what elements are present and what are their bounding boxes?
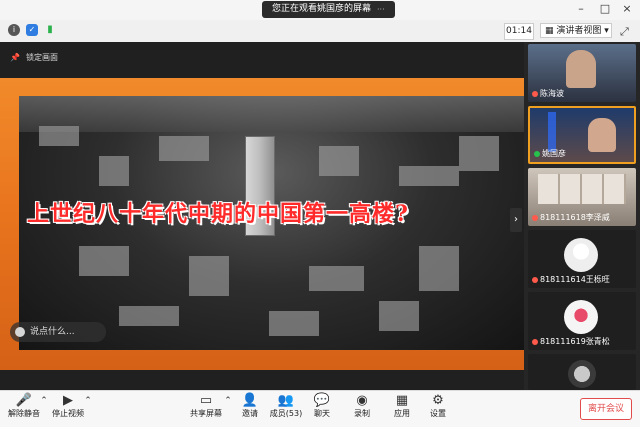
apps-label: 应用 xyxy=(394,409,410,418)
participant-name: 818111618李泽威 xyxy=(532,212,610,223)
participant-name: 818111619张青松 xyxy=(532,336,610,347)
slide-title: 上世纪八十年代中期的中国第一高楼? xyxy=(27,201,409,227)
mic-on-icon xyxy=(534,150,540,157)
grid-icon: ▦ xyxy=(545,26,557,36)
avatar xyxy=(564,238,598,272)
unmute-label: 解除静音 xyxy=(8,409,40,418)
collapse-sidebar-button[interactable]: › xyxy=(510,208,522,232)
leave-meeting-button[interactable]: 离开会议 xyxy=(580,398,632,420)
chat-bubble-icon xyxy=(15,327,25,337)
signal-icon[interactable]: ▮ xyxy=(44,24,56,36)
mic-muted-icon xyxy=(532,214,538,221)
invite-icon: 👤 xyxy=(241,393,259,408)
slide-image: 上世纪八十年代中期的中国第一高楼? xyxy=(19,96,524,350)
participant-video xyxy=(566,50,596,88)
share-screen-icon: ▭ xyxy=(199,393,213,408)
participant-name: 818111614王栎旺 xyxy=(532,274,610,285)
participant-tile[interactable]: 818111618李泽威 xyxy=(528,168,636,226)
participant-name: 姚国彦 xyxy=(534,148,566,159)
mic-muted-icon xyxy=(532,90,538,97)
share-screen-button[interactable]: ▭ 共享屏幕 xyxy=(186,394,226,424)
chat-label: 聊天 xyxy=(314,409,330,418)
share-banner: 您正在观看姚国彦的屏幕 ··· xyxy=(262,1,395,18)
lock-screen-label: 锁定画面 xyxy=(25,53,58,62)
members-label: 成员(53) xyxy=(269,409,303,418)
maximize-icon[interactable]: □ xyxy=(598,2,612,16)
chat-icon: 💬 xyxy=(313,393,331,408)
lock-screen-button[interactable]: 📌 锁定画面 xyxy=(10,52,58,63)
bottom-control-bar: 🎤 解除静音 ⌃ ▶ 停止视频 ⌃ ▭ 共享屏幕 ⌃ 👤 邀请 👥 成员(53)… xyxy=(0,390,640,427)
bookshelf-background xyxy=(538,174,626,204)
avatar xyxy=(568,360,596,388)
record-button[interactable]: ◉ 录制 xyxy=(342,394,382,424)
participant-tile[interactable]: 陈海波 xyxy=(528,44,636,102)
invite-label: 邀请 xyxy=(242,409,258,418)
share-banner-text: 您正在观看姚国彦的屏幕 xyxy=(272,4,372,14)
comment-input[interactable]: 说点什么... xyxy=(10,322,106,342)
gear-icon: ⚙ xyxy=(432,393,444,408)
settings-label: 设置 xyxy=(430,409,446,418)
record-icon: ◉ xyxy=(356,393,368,408)
shield-icon[interactable]: ✓ xyxy=(26,24,38,36)
close-icon[interactable]: × xyxy=(620,2,634,16)
share-screen-label: 共享屏幕 xyxy=(190,409,222,418)
meeting-timer: 01:14 xyxy=(504,23,534,40)
apps-icon: ▦ xyxy=(395,393,409,408)
apps-button[interactable]: ▦ 应用 xyxy=(382,394,422,424)
city-photo: 上世纪八十年代中期的中国第一高楼? xyxy=(19,96,524,350)
title-bar: 您正在观看姚国彦的屏幕 ··· – □ × xyxy=(0,0,640,20)
view-mode-label: 演讲者视图 xyxy=(556,26,602,36)
invite-button[interactable]: 👤 邀请 xyxy=(230,394,270,424)
info-icon[interactable]: i xyxy=(8,24,20,36)
participant-tile[interactable]: 818111614王栎旺 xyxy=(528,230,636,288)
participant-sidebar: 陈海波 姚国彦 818111618李泽威 818111614王栎旺 818111… xyxy=(524,42,640,390)
fullscreen-icon[interactable]: ⤢ xyxy=(620,25,629,39)
pin-icon: 📌 xyxy=(10,53,20,62)
participant-video xyxy=(588,118,616,152)
stop-video-label: 停止视频 xyxy=(52,409,84,418)
minimize-icon[interactable]: – xyxy=(574,2,588,16)
avatar xyxy=(564,300,598,334)
record-label: 录制 xyxy=(354,409,370,418)
photo-sky xyxy=(19,96,524,132)
mic-muted-icon xyxy=(532,338,538,345)
participant-tile-active[interactable]: 姚国彦 xyxy=(528,106,636,164)
meeting-toolbar: i ✓ ▮ 01:14 ▦ 演讲者视图 ▾ ⤢ xyxy=(0,20,640,43)
chat-button[interactable]: 💬 聊天 xyxy=(302,394,342,424)
chevron-up-icon: ⌃ xyxy=(84,396,92,406)
tower-silhouette xyxy=(548,112,556,152)
view-mode-select[interactable]: ▦ 演讲者视图 ▾ xyxy=(540,23,612,38)
members-button[interactable]: 👥 成员(53) xyxy=(266,394,306,424)
video-options-chevron[interactable]: ⌃ xyxy=(82,394,94,424)
members-icon: 👥 xyxy=(277,393,295,408)
participant-tile[interactable] xyxy=(528,354,636,390)
more-icon[interactable]: ··· xyxy=(377,1,385,18)
comment-placeholder: 说点什么... xyxy=(30,327,75,337)
mic-muted-icon xyxy=(532,276,538,283)
chevron-down-icon: ▾ xyxy=(601,26,609,36)
participant-tile[interactable]: 818111619张青松 xyxy=(528,292,636,350)
settings-button[interactable]: ⚙ 设置 xyxy=(418,394,458,424)
participant-name: 陈海波 xyxy=(532,88,564,99)
